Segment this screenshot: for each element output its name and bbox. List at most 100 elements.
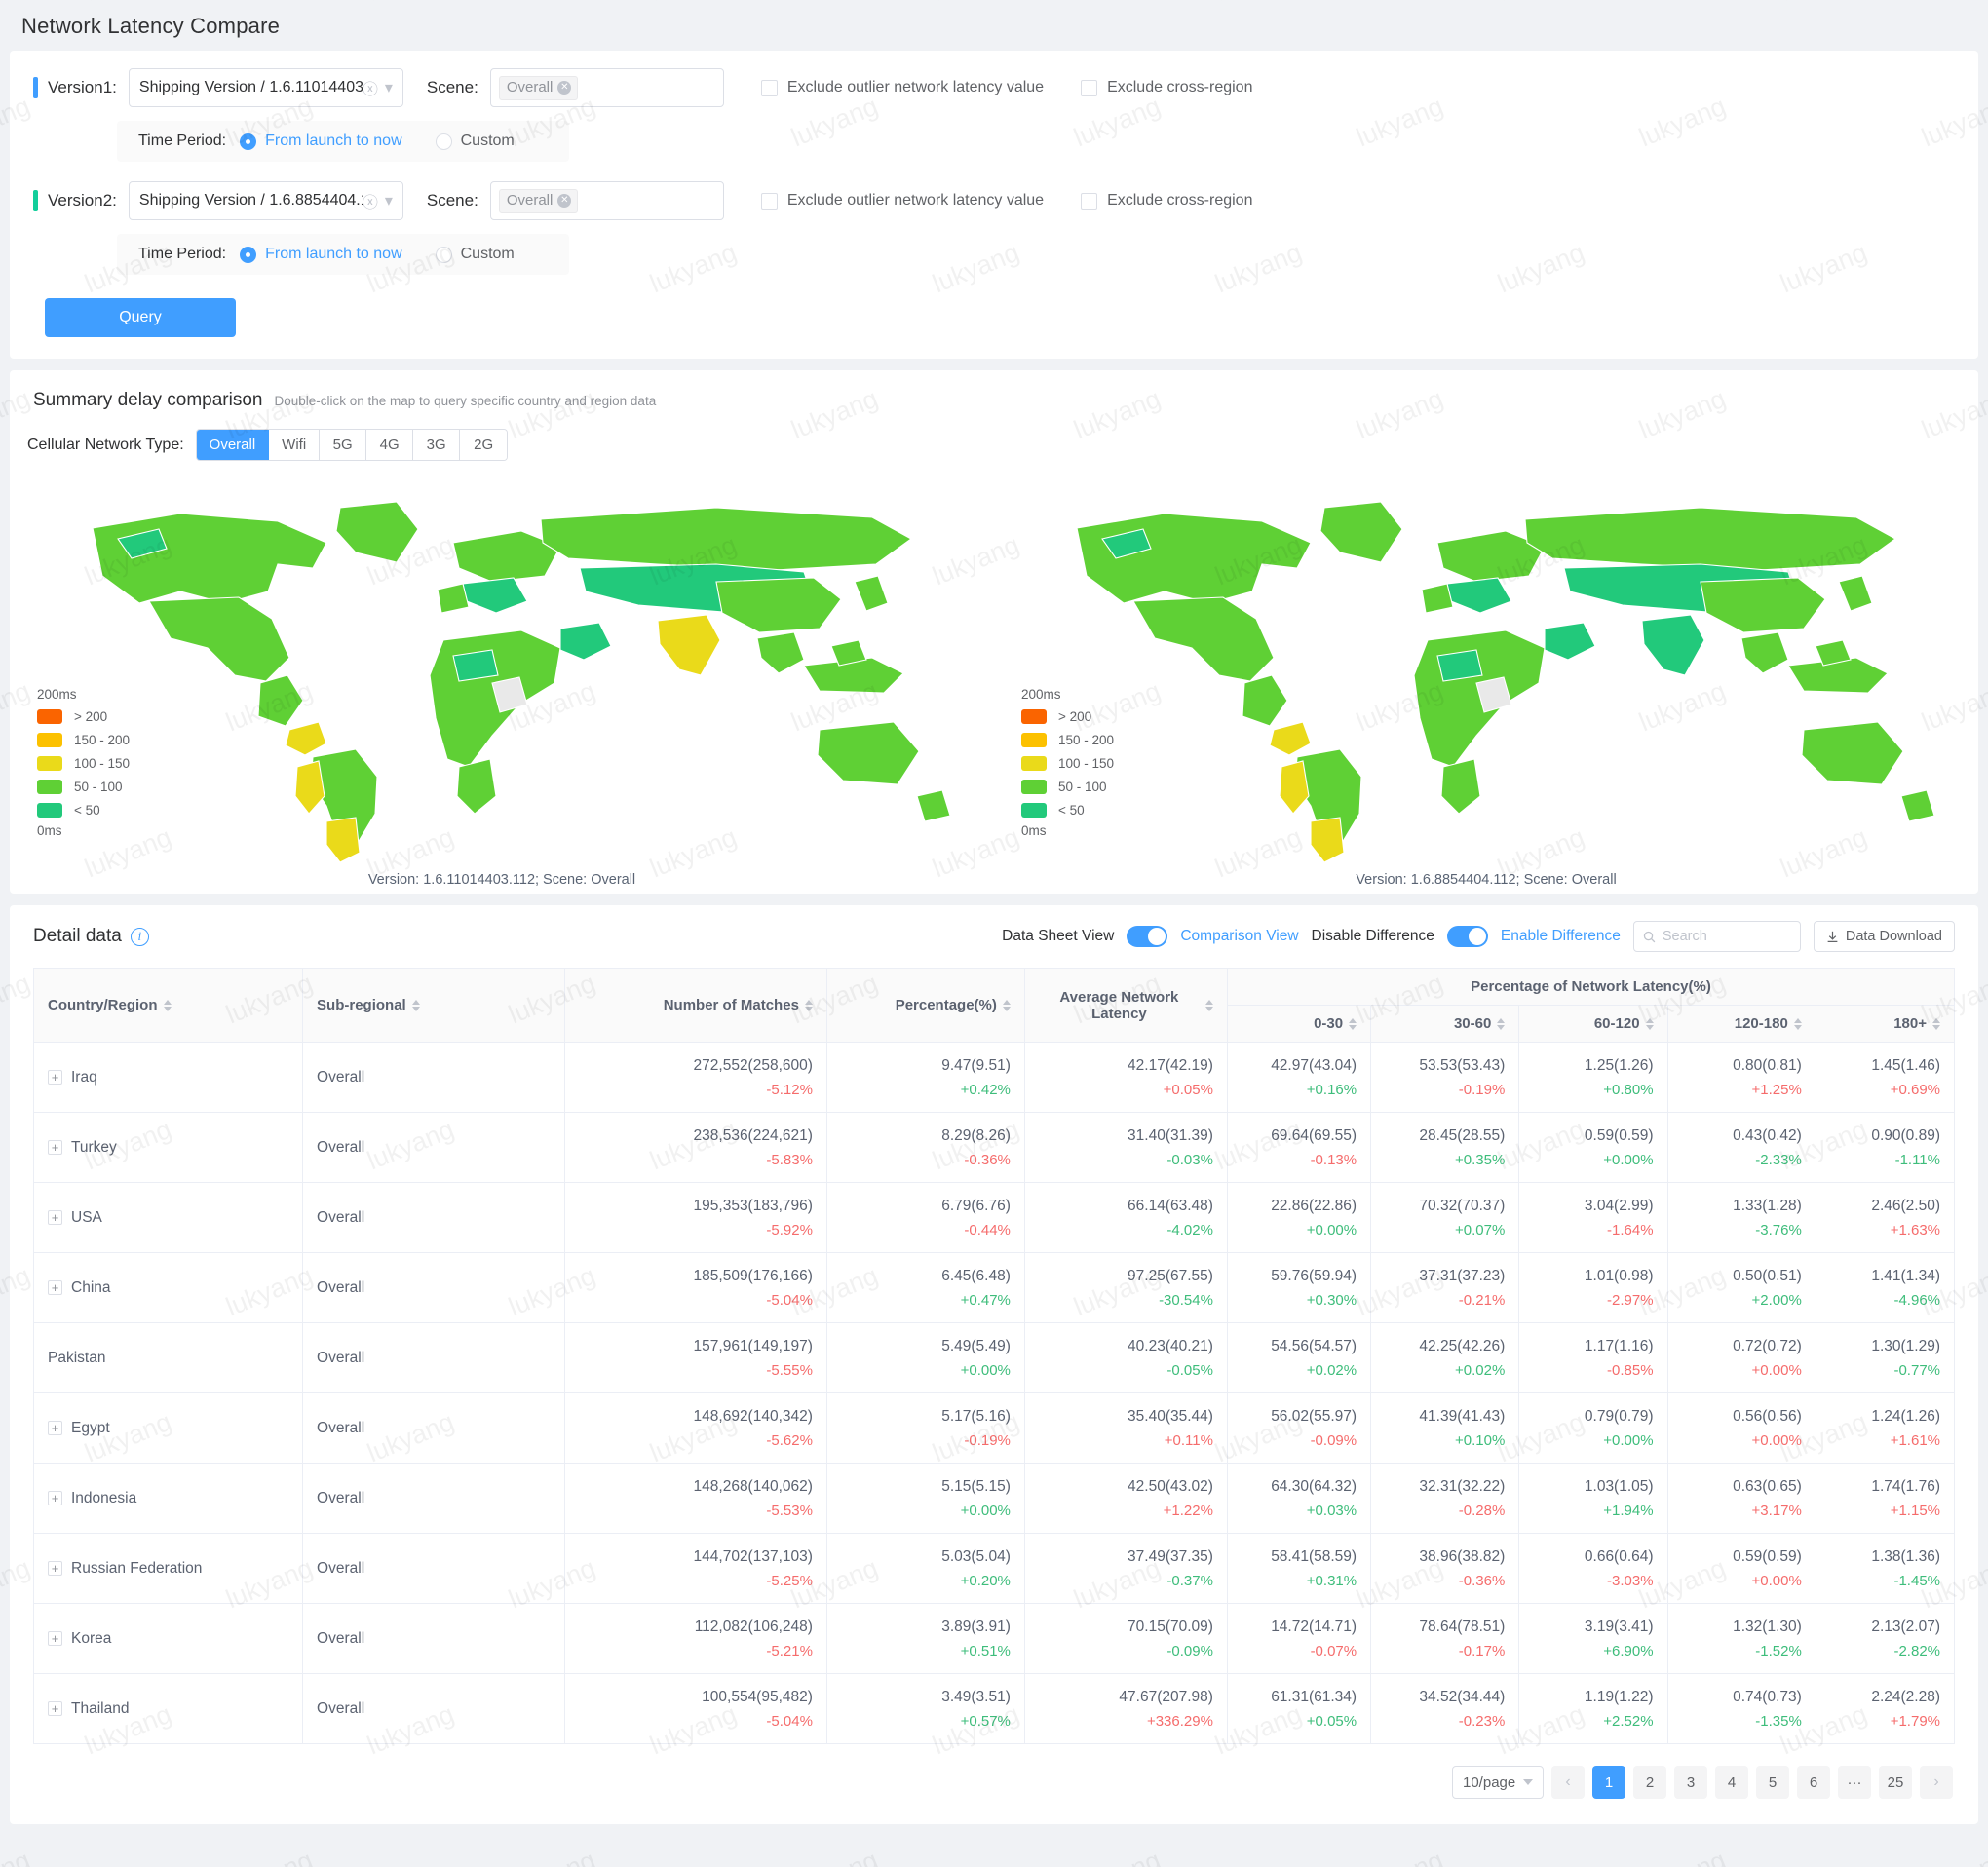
expand-icon[interactable]: +: [48, 1070, 62, 1085]
table-row[interactable]: +Russian FederationOverall144,702(137,10…: [34, 1534, 1955, 1604]
world-map-version1[interactable]: [34, 475, 970, 864]
version2-select[interactable]: Shipping Version / 1.6.8854404.112 ⓧ ▾: [129, 181, 403, 220]
network-type-2g[interactable]: 2G: [460, 430, 507, 460]
version2-exclude-outlier[interactable]: Exclude outlier network latency value: [761, 192, 1044, 210]
sort-icon[interactable]: [1205, 1000, 1213, 1011]
network-type-4g[interactable]: 4G: [366, 430, 413, 460]
comparison-view-toggle[interactable]: [1127, 926, 1167, 947]
expand-icon[interactable]: +: [48, 1421, 62, 1435]
cell-country-region[interactable]: +Egypt: [34, 1393, 303, 1464]
sort-icon[interactable]: [1646, 1018, 1654, 1030]
table-row[interactable]: +USAOverall195,353(183,796)-5.92%6.79(6.…: [34, 1183, 1955, 1253]
radio-from-launch[interactable]: [240, 247, 256, 263]
info-icon[interactable]: i: [131, 928, 149, 946]
network-type-overall[interactable]: Overall: [197, 430, 270, 460]
checkbox[interactable]: [761, 193, 778, 210]
network-type-segmented[interactable]: Overall Wifi 5G 4G 3G 2G: [196, 429, 509, 461]
page-size-select[interactable]: 10/page: [1452, 1766, 1544, 1799]
close-icon[interactable]: ✕: [557, 194, 571, 208]
th-bucket-60-120[interactable]: 60-120: [1519, 1006, 1667, 1043]
chevron-down-icon[interactable]: ▾: [385, 191, 393, 210]
th-bucket-120-180[interactable]: 120-180: [1667, 1006, 1816, 1043]
page-number-3[interactable]: 3: [1674, 1766, 1707, 1799]
cell-value: 9.47(9.51): [841, 1057, 1011, 1075]
cell-country-region[interactable]: +Turkey: [34, 1113, 303, 1183]
table-row[interactable]: +KoreaOverall112,082(106,248)-5.21%3.89(…: [34, 1604, 1955, 1674]
table-row[interactable]: +TurkeyOverall238,536(224,621)-5.83%8.29…: [34, 1113, 1955, 1183]
table-row[interactable]: +IndonesiaOverall148,268(140,062)-5.53%5…: [34, 1464, 1955, 1534]
checkbox[interactable]: [1081, 193, 1097, 210]
sort-icon[interactable]: [164, 1000, 172, 1011]
checkbox[interactable]: [1081, 80, 1097, 96]
table-row[interactable]: +EgyptOverall148,692(140,342)-5.62%5.17(…: [34, 1393, 1955, 1464]
th-number-of-matches[interactable]: Number of Matches: [564, 969, 826, 1043]
network-type-3g[interactable]: 3G: [413, 430, 460, 460]
cell-country-region[interactable]: +China: [34, 1253, 303, 1323]
page-number-6[interactable]: 6: [1797, 1766, 1830, 1799]
close-icon[interactable]: ✕: [557, 81, 571, 95]
th-bucket-30-60[interactable]: 30-60: [1371, 1006, 1519, 1043]
expand-icon[interactable]: +: [48, 1140, 62, 1155]
expand-icon[interactable]: +: [48, 1491, 62, 1505]
table-row[interactable]: PakistanOverall157,961(149,197)-5.55%5.4…: [34, 1323, 1955, 1393]
th-sub-regional[interactable]: Sub-regional: [303, 969, 565, 1043]
sort-icon[interactable]: [412, 1000, 420, 1011]
page-number-4[interactable]: 4: [1715, 1766, 1748, 1799]
radio-custom[interactable]: [436, 247, 452, 263]
expand-icon[interactable]: +: [48, 1701, 62, 1716]
cell-country-region[interactable]: +USA: [34, 1183, 303, 1253]
cell-country-region[interactable]: +Iraq: [34, 1043, 303, 1113]
th-bucket-180-plus[interactable]: 180+: [1816, 1006, 1954, 1043]
clear-icon[interactable]: ⓧ: [363, 76, 378, 99]
th-country-region[interactable]: Country/Region: [34, 969, 303, 1043]
sort-icon[interactable]: [1794, 1018, 1802, 1030]
data-download-button[interactable]: Data Download: [1814, 921, 1955, 952]
checkbox[interactable]: [761, 80, 778, 96]
expand-icon[interactable]: +: [48, 1210, 62, 1225]
cell-country-region[interactable]: +Thailand: [34, 1674, 303, 1744]
chevron-down-icon[interactable]: ▾: [385, 78, 393, 97]
clear-icon[interactable]: ⓧ: [363, 189, 378, 212]
cell-country-region[interactable]: Pakistan: [34, 1323, 303, 1393]
query-button[interactable]: Query: [45, 298, 236, 337]
page-ellipsis[interactable]: ···: [1838, 1766, 1871, 1799]
th-percentage[interactable]: Percentage(%): [826, 969, 1024, 1043]
search-input[interactable]: Search: [1633, 921, 1801, 952]
map-panel-version2[interactable]: 200ms > 200 150 - 200 100 - 150 50 - 100…: [994, 461, 1978, 888]
network-type-wifi[interactable]: Wifi: [269, 430, 320, 460]
expand-icon[interactable]: +: [48, 1280, 62, 1295]
radio-from-launch[interactable]: [240, 133, 256, 150]
page-number-2[interactable]: 2: [1633, 1766, 1666, 1799]
sort-icon[interactable]: [805, 1000, 813, 1011]
world-map-version2[interactable]: [1018, 475, 1954, 864]
cell-country-region[interactable]: +Russian Federation: [34, 1534, 303, 1604]
version2-exclude-cross-region[interactable]: Exclude cross-region: [1081, 192, 1252, 210]
table-row[interactable]: +ThailandOverall100,554(95,482)-5.04%3.4…: [34, 1674, 1955, 1744]
prev-page-button[interactable]: ‹: [1551, 1766, 1585, 1799]
version2-scene-select[interactable]: Overall ✕: [490, 181, 724, 220]
enable-difference-toggle[interactable]: [1447, 926, 1488, 947]
map-panel-version1[interactable]: 200ms > 200 150 - 200 100 - 150 50 - 100…: [10, 461, 994, 888]
sort-icon[interactable]: [1932, 1018, 1940, 1030]
version1-exclude-outlier[interactable]: Exclude outlier network latency value: [761, 79, 1044, 96]
th-bucket-0-30[interactable]: 0-30: [1227, 1006, 1370, 1043]
table-row[interactable]: +IraqOverall272,552(258,600)-5.12%9.47(9…: [34, 1043, 1955, 1113]
sort-icon[interactable]: [1497, 1018, 1505, 1030]
network-type-5g[interactable]: 5G: [320, 430, 366, 460]
expand-icon[interactable]: +: [48, 1631, 62, 1646]
version1-exclude-cross-region[interactable]: Exclude cross-region: [1081, 79, 1252, 96]
page-number-25[interactable]: 25: [1879, 1766, 1912, 1799]
cell-country-region[interactable]: +Korea: [34, 1604, 303, 1674]
th-average-network-latency[interactable]: Average Network Latency: [1024, 969, 1227, 1043]
page-number-1[interactable]: 1: [1592, 1766, 1625, 1799]
sort-icon[interactable]: [1349, 1018, 1357, 1030]
radio-custom[interactable]: [436, 133, 452, 150]
table-row[interactable]: +ChinaOverall185,509(176,166)-5.04%6.45(…: [34, 1253, 1955, 1323]
sort-icon[interactable]: [1003, 1000, 1011, 1011]
version1-select[interactable]: Shipping Version / 1.6.11014403.112(test…: [129, 68, 403, 107]
cell-country-region[interactable]: +Indonesia: [34, 1464, 303, 1534]
version1-scene-select[interactable]: Overall ✕: [490, 68, 724, 107]
page-number-5[interactable]: 5: [1756, 1766, 1789, 1799]
expand-icon[interactable]: +: [48, 1561, 62, 1576]
next-page-button[interactable]: ›: [1920, 1766, 1953, 1799]
